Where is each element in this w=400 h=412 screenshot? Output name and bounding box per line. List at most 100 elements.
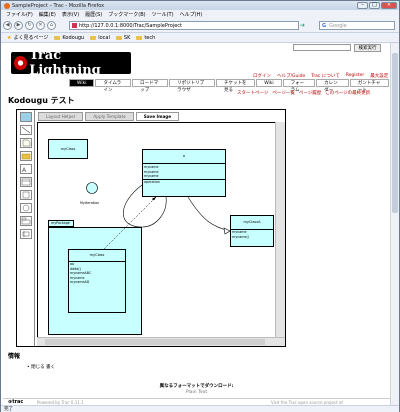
editor-tabs: Layout Helper Apply Template Save Image xyxy=(35,110,285,121)
nav-wiki2[interactable]: Wiki xyxy=(256,79,282,87)
folder-icon xyxy=(136,35,143,40)
title-bar: SampleProject – Trac - Mozilla Firefox –… xyxy=(1,1,399,10)
text-tool-icon[interactable]: A xyxy=(20,164,32,174)
self-association-line xyxy=(123,184,167,228)
menu-tools[interactable]: ツール(T) xyxy=(152,11,174,18)
page-footer: ⊛trac Powered by Trac 0.11.1 Visit the T… xyxy=(3,398,390,405)
dependency-arrowhead xyxy=(151,196,157,201)
ctxnav-start[interactable]: スタートページ xyxy=(237,90,268,96)
connectors xyxy=(103,184,231,250)
trac-logo-icon xyxy=(14,56,28,70)
component-tool-icon[interactable] xyxy=(20,229,32,239)
close-button[interactable]: ✕ xyxy=(381,2,397,9)
url-text: http://127.0.0.1:8000/Trac/SampleProject xyxy=(79,22,182,29)
go-icon[interactable]: ➜ xyxy=(300,22,309,30)
note-tool-icon[interactable] xyxy=(20,138,32,148)
actor-tool-icon[interactable] xyxy=(20,203,32,213)
tab-apply-template[interactable]: Apply Template xyxy=(85,112,134,121)
bookmark-kodougu[interactable]: Kodougu xyxy=(54,35,84,41)
package-tool-icon[interactable] xyxy=(20,216,32,226)
canvas-horizontal-scrollbar[interactable] xyxy=(37,337,285,346)
status-bar: 完了 xyxy=(1,405,399,412)
back-icon[interactable]: ◀ xyxy=(3,21,12,30)
generalization-line xyxy=(187,196,231,232)
info-item-text: 閉じる 書く xyxy=(31,365,56,370)
nav-browser[interactable]: リポジトリブラウザ xyxy=(169,79,215,93)
minimize-button[interactable]: – xyxy=(357,2,368,9)
nav-gantt[interactable]: ガントチャート xyxy=(349,79,389,93)
nav-forum[interactable]: フォーラム xyxy=(282,79,316,93)
bookmark-label: SK xyxy=(123,34,131,41)
menu-bookmarks[interactable]: ブックマーク(B) xyxy=(108,11,145,18)
nav-calendar[interactable]: カレンダー xyxy=(316,79,349,93)
download-label: 異なるフォーマットでダウンロード: xyxy=(159,384,234,389)
menu-help[interactable]: ヘルプ(H) xyxy=(180,11,203,18)
bookmark-local[interactable]: local xyxy=(90,35,110,41)
svg-text:A: A xyxy=(22,167,27,173)
page-scroll-thumb[interactable] xyxy=(392,53,398,213)
reload-icon[interactable]: ↻ xyxy=(25,21,34,30)
tab-save-image[interactable]: Save Image xyxy=(135,112,180,121)
nav-timeline[interactable]: タイムライン xyxy=(95,79,132,93)
nav-wiki[interactable]: Wiki xyxy=(69,79,95,87)
select-tool-icon[interactable] xyxy=(20,112,32,122)
tab-layout-helper[interactable]: Layout Helper xyxy=(38,112,84,121)
window-title: SampleProject – Trac - Mozilla Firefox xyxy=(12,2,105,9)
menu-edit[interactable]: 編集(E) xyxy=(39,11,56,18)
forward-icon[interactable]: ▶ xyxy=(14,21,23,30)
site-favicon xyxy=(72,23,77,28)
kodougu-editor: A Layout Helper Apply Template Save Imag… xyxy=(16,109,286,347)
navigation-toolbar: ◀ ▶ ↻ ✕ ⌂ http://127.0.0.1:8000/Trac/Sam… xyxy=(1,19,399,33)
url-field[interactable]: http://127.0.0.1:8000/Trac/SampleProject… xyxy=(69,21,305,30)
info-item[interactable]: • 閉じる 書く xyxy=(27,364,55,370)
bookmark-most-visited[interactable]: ★ よく見るページ xyxy=(7,34,48,42)
browser-window: SampleProject – Trac - Mozilla Firefox –… xyxy=(0,0,400,412)
context-nav: スタートページ ページ一覧 ページ履歴 このページの最終更新 xyxy=(237,90,370,96)
menu-view[interactable]: 表示(V) xyxy=(62,11,79,18)
stop-icon[interactable]: ✕ xyxy=(36,21,45,30)
trac-logo[interactable]: Trac Lightning xyxy=(11,48,131,78)
menu-history[interactable]: 履歴(S) xyxy=(85,11,102,18)
trac-search-button[interactable]: 検索実行 xyxy=(354,44,381,52)
trac-search-input[interactable] xyxy=(293,44,351,51)
bookmark-label: Kodougu xyxy=(62,34,85,41)
star-icon: ★ xyxy=(7,34,12,41)
menu-file[interactable]: ファイル(F) xyxy=(6,11,33,18)
download-plain-text-link[interactable]: Plain Text xyxy=(3,390,390,395)
web-search-input[interactable]: G Google xyxy=(319,21,395,30)
folder-icon xyxy=(90,35,97,40)
page-title: Kodougu テスト xyxy=(8,96,75,105)
generalization-arrowhead xyxy=(223,227,231,235)
trac-logo-text: Trac Lightning xyxy=(29,48,101,78)
google-icon: G xyxy=(322,22,327,29)
info-heading: 情報 xyxy=(8,353,21,360)
bookmark-label: local xyxy=(98,34,110,41)
folder-tool-icon[interactable] xyxy=(20,151,32,161)
hscroll-thumb[interactable] xyxy=(45,339,265,345)
diagram-canvas[interactable]: myClass MyIteration a myname myname myna… xyxy=(37,122,285,346)
bookmark-tech[interactable]: tech xyxy=(136,35,155,41)
folder-icon xyxy=(115,35,122,40)
page-content: 検索実行 Trac Lightning ログイン ヘルプ/Guide Trac … xyxy=(3,43,390,405)
canvas-vertical-scrollbar[interactable] xyxy=(275,122,285,337)
home-icon[interactable]: ⌂ xyxy=(47,21,56,30)
folder-icon xyxy=(54,35,61,40)
ctxnav-last-change[interactable]: このページの最終更新 xyxy=(325,90,370,96)
nav-tickets[interactable]: チケットを見る xyxy=(215,79,256,93)
firefox-icon xyxy=(4,2,10,9)
bookmark-sk[interactable]: SK xyxy=(115,34,131,41)
tool-palette: A xyxy=(17,110,35,346)
menu-bar: ファイル(F) 編集(E) 表示(V) 履歴(S) ブックマーク(B) ツール(… xyxy=(1,10,399,19)
ctxnav-history[interactable]: ページ履歴 xyxy=(299,90,321,96)
main-nav: Wiki タイムライン ロードマップ リポジトリブラウザ チケットを見る Wik… xyxy=(69,79,390,93)
bookmarks-toolbar: ★ よく見るページ Kodougu local SK tech xyxy=(1,33,399,43)
bookmark-label: tech xyxy=(144,34,156,41)
interface-tool-icon[interactable] xyxy=(20,190,32,200)
trac-search: 検索実行 xyxy=(293,44,381,52)
nav-roadmap[interactable]: ロードマップ xyxy=(132,79,169,93)
class-tool-icon[interactable] xyxy=(20,177,32,187)
page-vertical-scrollbar[interactable] xyxy=(390,43,399,405)
line-tool-icon[interactable] xyxy=(20,125,32,135)
ctxnav-index[interactable]: ページ一覧 xyxy=(272,90,294,96)
maximize-button[interactable]: □ xyxy=(369,2,380,9)
